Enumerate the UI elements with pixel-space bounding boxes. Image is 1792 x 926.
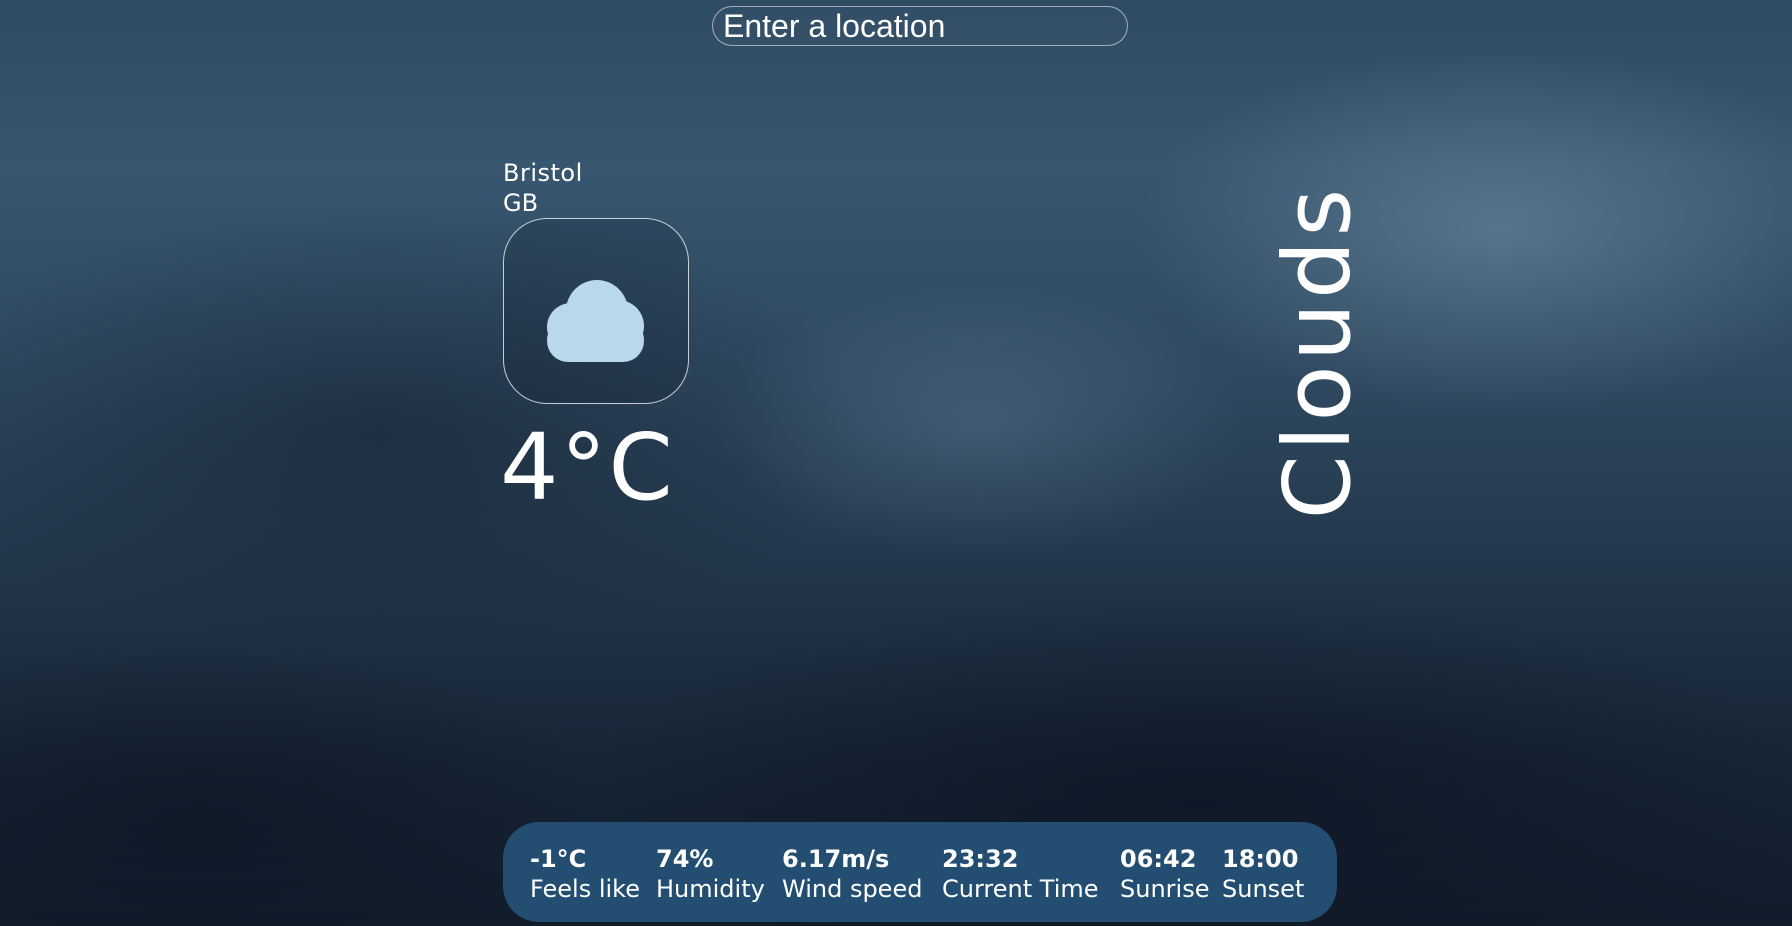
stat-humidity: 74% Humidity [656, 844, 765, 904]
current-temperature: 4°C [500, 414, 675, 521]
stat-label: Sunset [1222, 875, 1305, 903]
stat-value: 74% [656, 845, 714, 873]
country-code: GB [503, 189, 539, 217]
stat-value: 06:42 [1120, 845, 1197, 873]
stat-value: 18:00 [1222, 845, 1299, 873]
weather-condition: Clouds [1264, 184, 1371, 520]
moon-cloud-icon [547, 260, 644, 362]
stat-wind-speed: 6.17m/s Wind speed [782, 844, 922, 904]
city-name: Bristol [503, 159, 583, 187]
stat-label: Feels like [530, 875, 640, 903]
stat-label: Humidity [656, 875, 765, 903]
stat-sunset: 18:00 Sunset [1222, 844, 1304, 904]
stat-value: 23:32 [942, 845, 1019, 873]
stat-sunrise: 06:42 Sunrise [1120, 844, 1209, 904]
stat-value: -1°C [530, 845, 587, 873]
stat-current-time: 23:32 Current Time [942, 844, 1099, 904]
weather-icon-card [503, 218, 689, 404]
stat-label: Current Time [942, 875, 1099, 903]
stat-feels-like: -1°C Feels like [530, 844, 640, 904]
stat-label: Wind speed [782, 875, 923, 903]
location-search-input[interactable] [712, 6, 1128, 46]
stat-value: 6.17m/s [782, 845, 890, 873]
stat-label: Sunrise [1120, 875, 1210, 903]
weather-stats-panel: -1°C Feels like 74% Humidity 6.17m/s Win… [503, 822, 1337, 922]
